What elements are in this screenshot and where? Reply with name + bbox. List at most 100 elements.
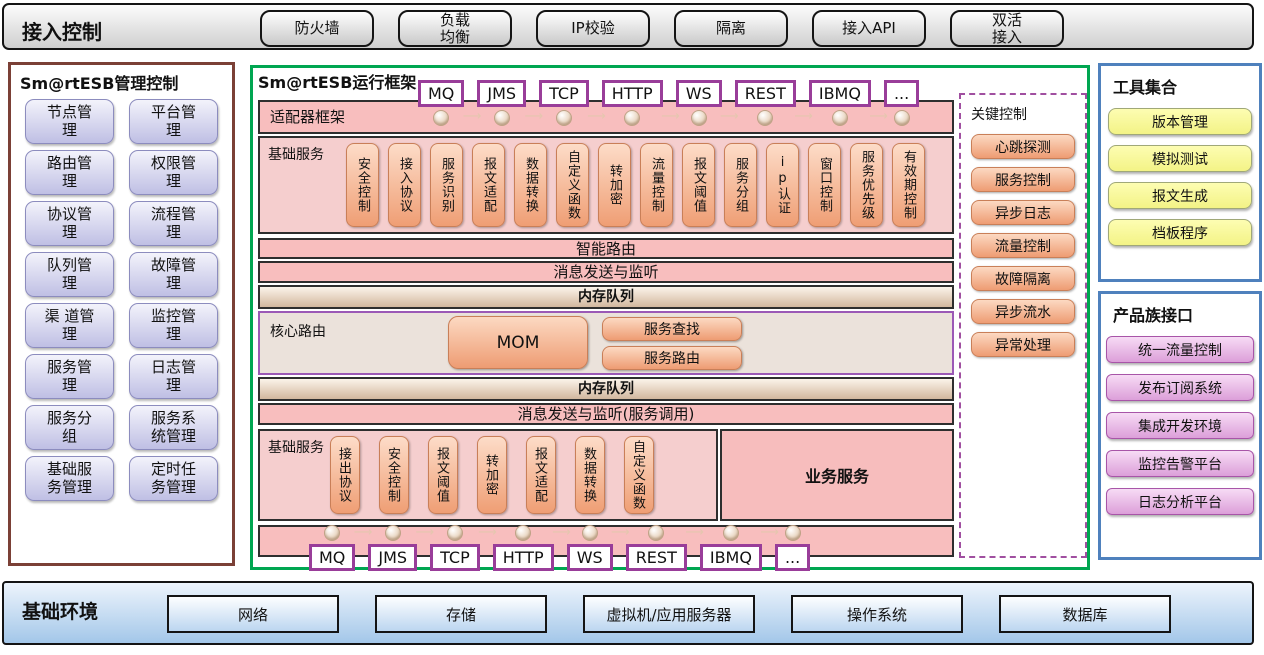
base-service-button[interactable]: 数据转换	[575, 436, 605, 514]
protocol-node[interactable]: TCP	[539, 80, 589, 107]
environment-button[interactable]: 网络	[167, 595, 339, 633]
protocol-item: REST	[626, 525, 687, 571]
protocol-item: IBMQ	[809, 80, 871, 126]
connector-dot-icon	[757, 110, 773, 126]
base-service-button[interactable]: 窗口控制	[808, 143, 841, 227]
environment-button[interactable]: 虚拟机/应用服务器	[583, 595, 755, 633]
key-control-button[interactable]: 流量控制	[971, 233, 1075, 258]
management-button[interactable]: 基础服务管理	[25, 456, 114, 501]
product-family-button[interactable]: 日志分析平台	[1106, 488, 1254, 515]
access-control-button[interactable]: 负载 均衡	[398, 10, 512, 47]
base-service-button[interactable]: 服务识别	[430, 143, 463, 227]
memory-queue-bar-2: 内存队列	[258, 377, 954, 401]
protocol-node[interactable]: TCP	[430, 544, 480, 571]
management-button[interactable]: 服务分组	[25, 405, 114, 450]
management-button[interactable]: 节点管理	[25, 99, 114, 144]
connector-dot-icon	[433, 110, 449, 126]
protocol-node[interactable]: MQ	[309, 544, 355, 571]
protocol-node[interactable]: HTTP	[493, 544, 554, 571]
protocol-item: MQ	[309, 525, 355, 571]
management-button[interactable]: 日志管理	[129, 354, 218, 399]
protocol-node[interactable]: MQ	[418, 80, 464, 107]
base-service-button[interactable]: ip认证	[766, 143, 799, 227]
protocol-node[interactable]: HTTP	[602, 80, 663, 107]
management-button[interactable]: 队列管理	[25, 252, 114, 297]
protocol-node[interactable]: ...	[775, 544, 810, 571]
management-button[interactable]: 定时任务管理	[129, 456, 218, 501]
protocol-item: TCP	[539, 80, 589, 126]
core-routing-button[interactable]: 服务查找	[602, 317, 742, 341]
protocol-node[interactable]: WS	[567, 544, 613, 571]
access-control-bar: 接入控制 防火墙负载 均衡IP校验隔离接入API双活 接入	[2, 3, 1254, 50]
product-family-button[interactable]: 集成开发环境	[1106, 412, 1254, 439]
protocol-node[interactable]: IBMQ	[700, 544, 762, 571]
access-control-button[interactable]: 接入API	[812, 10, 926, 47]
access-control-button[interactable]: 隔离	[674, 10, 788, 47]
base-service-button[interactable]: 报文适配	[472, 143, 505, 227]
protocol-node[interactable]: REST	[626, 544, 687, 571]
key-control-button[interactable]: 异常处理	[971, 332, 1075, 357]
protocol-node[interactable]: JMS	[477, 80, 526, 107]
environment-button[interactable]: 数据库	[999, 595, 1171, 633]
management-button[interactable]: 路由管理	[25, 150, 114, 195]
management-button[interactable]: 服务管理	[25, 354, 114, 399]
management-button[interactable]: 平台管理	[129, 99, 218, 144]
access-control-button[interactable]: 双活 接入	[950, 10, 1064, 47]
base-service-button[interactable]: 报文适配	[526, 436, 556, 514]
environment-button[interactable]: 操作系统	[791, 595, 963, 633]
base-service-button[interactable]: 转加密	[477, 436, 507, 514]
base-service-button[interactable]: 数据转换	[514, 143, 547, 227]
mom-button[interactable]: MOM	[448, 316, 588, 369]
base-service-button[interactable]: 安全控制	[346, 143, 379, 227]
base-service-button[interactable]: 报文阈值	[682, 143, 715, 227]
key-control-button[interactable]: 服务控制	[971, 167, 1075, 192]
core-routing-label: 核心路由	[270, 321, 326, 341]
product-family-button[interactable]: 统一流量控制	[1106, 336, 1254, 363]
tool-button[interactable]: 版本管理	[1108, 108, 1252, 135]
core-routing-buttons: 服务查找服务路由	[602, 317, 742, 370]
base-service-button[interactable]: 安全控制	[379, 436, 409, 514]
key-control-button[interactable]: 异步日志	[971, 200, 1075, 225]
base-service-button[interactable]: 自定义函数	[556, 143, 589, 227]
protocol-item: ...	[884, 80, 919, 126]
base-service-button[interactable]: 流量控制	[640, 143, 673, 227]
management-button[interactable]: 服务系统管理	[129, 405, 218, 450]
tool-button[interactable]: 档板程序	[1108, 219, 1252, 246]
base-services-bottom-items: 接出协议安全控制报文阈值转加密报文适配数据转换自定义函数	[330, 436, 658, 514]
protocol-node[interactable]: IBMQ	[809, 80, 871, 107]
protocol-node[interactable]: JMS	[368, 544, 417, 571]
base-service-button[interactable]: 服务分组	[724, 143, 757, 227]
base-service-button[interactable]: 报文阈值	[428, 436, 458, 514]
protocol-node[interactable]: ...	[884, 80, 919, 107]
connector-dot-icon	[785, 525, 801, 541]
base-service-button[interactable]: 转加密	[598, 143, 631, 227]
base-service-button[interactable]: 自定义函数	[624, 436, 654, 514]
management-button[interactable]: 权限管理	[129, 150, 218, 195]
product-family-button[interactable]: 发布订阅系统	[1106, 374, 1254, 401]
protocol-row-top: MQ JMS TCP HTTP	[418, 80, 919, 126]
protocol-node[interactable]: WS	[676, 80, 722, 107]
key-control-button[interactable]: 异步流水	[971, 299, 1075, 324]
environment-title: 基础环境	[22, 597, 98, 624]
tool-button[interactable]: 报文生成	[1108, 182, 1252, 209]
key-control-button[interactable]: 故障隔离	[971, 266, 1075, 291]
key-control-button[interactable]: 心跳探测	[971, 134, 1075, 159]
environment-button[interactable]: 存储	[375, 595, 547, 633]
tool-button[interactable]: 模拟测试	[1108, 145, 1252, 172]
management-button[interactable]: 协议管理	[25, 201, 114, 246]
base-service-button[interactable]: 接入协议	[388, 143, 421, 227]
base-service-button[interactable]: 服务优先级	[850, 143, 883, 227]
protocol-row-bottom: MQ JMS TCP HTTP	[309, 525, 810, 571]
access-control-button[interactable]: IP校验	[536, 10, 650, 47]
base-service-button[interactable]: 接出协议	[330, 436, 360, 514]
access-control-button[interactable]: 防火墙	[260, 10, 374, 47]
management-button[interactable]: 渠 道管理	[25, 303, 114, 348]
management-button[interactable]: 流程管理	[129, 201, 218, 246]
protocol-node[interactable]: REST	[735, 80, 796, 107]
management-button[interactable]: 监控管理	[129, 303, 218, 348]
protocol-item: WS	[676, 80, 722, 126]
product-family-button[interactable]: 监控告警平台	[1106, 450, 1254, 477]
management-button[interactable]: 故障管理	[129, 252, 218, 297]
base-service-button[interactable]: 有效期控制	[892, 143, 925, 227]
core-routing-button[interactable]: 服务路由	[602, 346, 742, 370]
